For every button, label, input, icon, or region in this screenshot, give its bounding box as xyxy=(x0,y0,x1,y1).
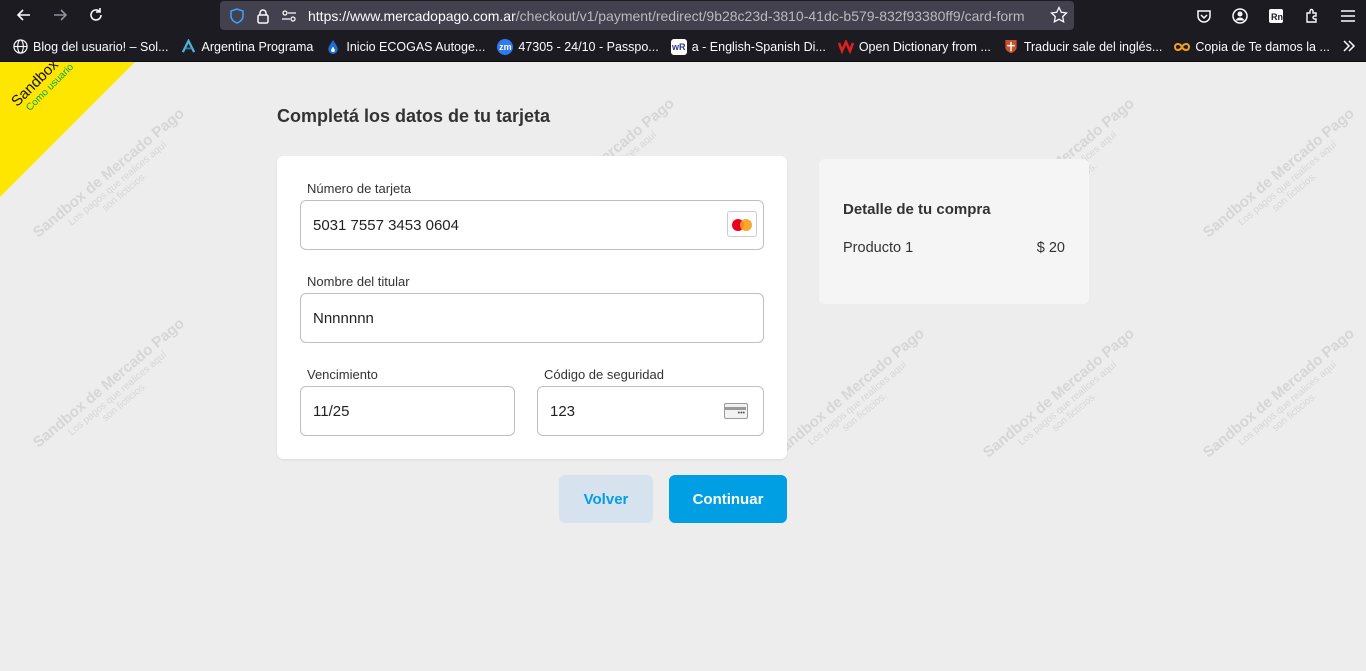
bookmark-label: Copia de Te damos la ... xyxy=(1195,39,1330,54)
dictionary-icon xyxy=(837,39,854,55)
bookmark-4[interactable]: wR a - English-Spanish Di... xyxy=(665,35,832,59)
reload-icon[interactable] xyxy=(82,1,110,29)
card-number-label: Número de tarjeta xyxy=(307,181,412,196)
address-bar[interactable]: https://www.mercadopago.com.ar/checkout/… xyxy=(220,1,1074,30)
globe-icon xyxy=(12,39,28,55)
summary-item-price: $ 20 xyxy=(1036,240,1065,256)
zm-icon: zm xyxy=(497,38,514,55)
cvv-label: Código de seguridad xyxy=(544,367,664,382)
checkout-page: Sandbox de Mercado Pago Los pagos que re… xyxy=(0,62,1366,671)
browser-toolbar: https://www.mercadopago.com.ar/checkout/… xyxy=(0,0,1366,32)
watermark: Sandbox de Mercado Pago Los pagos que re… xyxy=(769,324,928,462)
chevron-double-right-icon[interactable] xyxy=(1342,39,1356,57)
bookmark-label: a - English-Spanish Di... xyxy=(691,39,826,54)
purchase-summary: Detalle de tu compra Producto 1 $ 20 xyxy=(819,159,1089,304)
sandbox-ribbon xyxy=(0,62,135,197)
expiry-value: 11/25 xyxy=(313,402,350,420)
bookmark-star-icon[interactable] xyxy=(1050,5,1068,29)
holder-name-value: Nnnnnnn xyxy=(313,309,374,327)
url-host: https://www.mercadopago.com.ar xyxy=(308,7,516,24)
url-path: /checkout/v1/payment/redirect/9b28c23d-3… xyxy=(515,7,1025,24)
wr-icon: wR xyxy=(670,38,687,55)
bookmarks-bar: Blog del usuario! – Sol... Argentina Pro… xyxy=(0,32,1366,62)
watermark: Sandbox de Mercado Pago Los pagos que re… xyxy=(29,314,188,452)
back-arrow-icon[interactable] xyxy=(10,1,38,29)
bookmark-label: Inicio ECOGAS Autoge... xyxy=(346,39,486,54)
expiry-label: Vencimiento xyxy=(307,367,378,382)
mastercard-icon xyxy=(727,211,757,237)
lock-icon[interactable] xyxy=(254,7,272,25)
argentina-programa-icon xyxy=(181,39,197,55)
shield-icon[interactable] xyxy=(228,7,246,25)
summary-title: Detalle de tu compra xyxy=(843,201,991,218)
bookmark-2[interactable]: Inicio ECOGAS Autoge... xyxy=(319,35,491,59)
holder-label: Nombre del titular xyxy=(307,274,410,289)
bookmark-7[interactable]: Copia de Te damos la ... xyxy=(1168,35,1336,59)
back-button[interactable]: Volver xyxy=(559,475,653,523)
bookmark-0[interactable]: Blog del usuario! – Sol... xyxy=(0,35,175,59)
bookmark-label: Open Dictionary from ... xyxy=(858,39,991,54)
bookmark-label: Traducir sale del inglés... xyxy=(1023,39,1163,54)
url-text[interactable]: https://www.mercadopago.com.ar/checkout/… xyxy=(308,8,1038,24)
continue-button[interactable]: Continuar xyxy=(669,475,787,523)
cvv-card-icon: ••• xyxy=(724,403,748,419)
bookmark-6[interactable]: Traducir sale del inglés... xyxy=(997,35,1169,59)
infinity-icon xyxy=(1174,39,1191,55)
page-title: Completá los datos de tu tarjeta xyxy=(277,106,551,126)
extension-rn-icon[interactable]: Rn xyxy=(1258,2,1294,30)
cvv-field[interactable]: 123 ••• xyxy=(537,386,764,436)
account-icon[interactable] xyxy=(1222,2,1258,30)
ecogas-icon xyxy=(325,39,341,55)
summary-item-label: Producto 1 xyxy=(843,240,914,256)
pocket-icon[interactable] xyxy=(1186,2,1222,30)
bookmark-label: Argentina Programa xyxy=(201,39,314,54)
cvv-value: 123 xyxy=(550,402,576,420)
extensions-puzzle-icon[interactable] xyxy=(1294,2,1330,30)
watermark: Sandbox de Mercado Pago Los pagos que re… xyxy=(1199,324,1358,462)
card-number-value: 5031 7557 3453 0604 xyxy=(313,216,459,234)
watermark: Sandbox de Mercado Pago Los pagos que re… xyxy=(979,324,1138,462)
bookmark-3[interactable]: zm 47305 - 24/10 - Passpo... xyxy=(491,35,664,59)
cambridge-icon xyxy=(1003,39,1019,55)
holder-name-field[interactable]: Nnnnnnn xyxy=(300,293,764,343)
card-number-field[interactable]: 5031 7557 3453 0604 xyxy=(300,200,764,250)
permissions-icon[interactable] xyxy=(280,7,298,25)
svg-text:Rn: Rn xyxy=(1271,12,1283,22)
bookmark-label: Blog del usuario! – Sol... xyxy=(33,39,169,54)
menu-hamburger-icon[interactable] xyxy=(1330,2,1366,30)
card-form: Número de tarjeta 5031 7557 3453 0604 No… xyxy=(277,156,787,459)
watermark: Sandbox de Mercado Pago Los pagos que re… xyxy=(1199,104,1358,242)
bookmark-1[interactable]: Argentina Programa xyxy=(175,35,320,59)
bookmark-label: 47305 - 24/10 - Passpo... xyxy=(518,39,659,54)
forward-arrow-icon[interactable] xyxy=(46,1,74,29)
bookmark-5[interactable]: Open Dictionary from ... xyxy=(832,35,997,59)
expiry-field[interactable]: 11/25 xyxy=(300,386,515,436)
